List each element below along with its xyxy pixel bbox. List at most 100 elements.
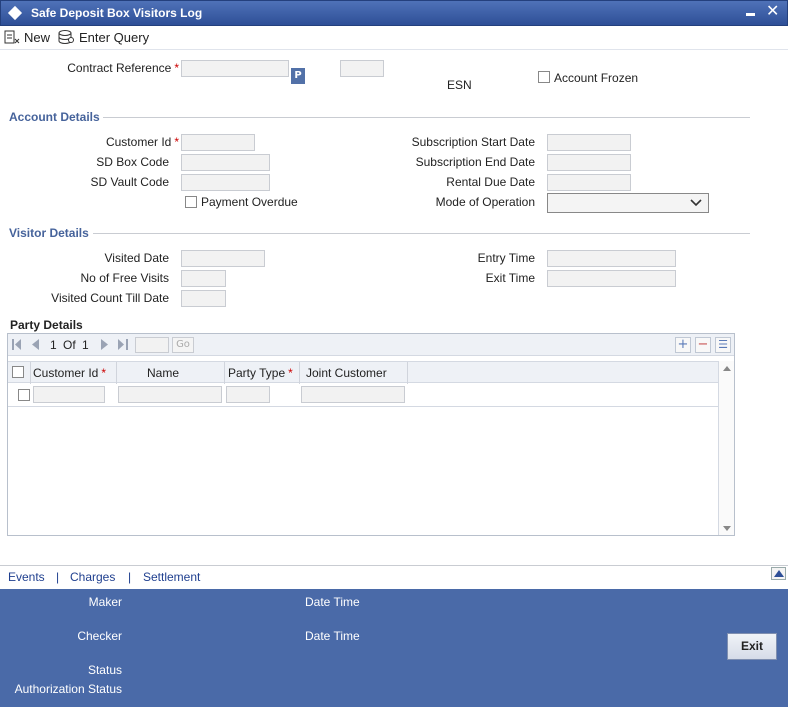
rental-due-input[interactable] [547,174,631,191]
checker-label: Checker [77,629,122,643]
pager-total-pages: 1 [82,338,89,352]
new-document-icon [4,30,20,44]
customer-id-label: Customer Id * [105,135,179,149]
app-diamond-icon [7,5,23,21]
rental-due-label: Rental Due Date [446,175,535,189]
visited-date-input[interactable] [181,250,265,267]
visitor-details-divider [93,233,750,234]
scroll-down-icon[interactable] [723,526,731,531]
events-link[interactable]: Events [8,570,45,584]
entry-time-label: Entry Time [477,251,535,265]
account-frozen-label: Account Frozen [554,71,639,85]
query-database-icon [58,30,74,44]
close-icon[interactable]: ✕ [766,3,779,19]
link-separator: | [56,570,60,584]
status-label: Status [87,663,122,677]
column-separator [30,362,31,384]
new-button[interactable]: New [4,29,50,45]
pager-of-label: Of [63,338,76,352]
go-button[interactable]: Go [172,337,194,353]
checker-date-time-label: Date Time [305,629,360,643]
enter-query-label: Enter Query [79,29,150,45]
link-separator: | [128,570,132,584]
account-frozen-checkbox[interactable] [538,71,550,83]
exit-time-label: Exit Time [485,271,535,285]
contract-reference-lov-button[interactable]: P [291,68,305,84]
audit-footer: Maker Date Time Checker Date Time Status… [0,589,788,707]
column-header-name[interactable]: Name [147,366,179,380]
visited-count-label: Visited Count Till Date [51,291,169,305]
esn-label: ESN [447,78,472,92]
maker-label: Maker [88,595,122,609]
mode-of-operation-select[interactable] [547,193,709,213]
page-number-input[interactable] [135,337,169,353]
customer-id-input[interactable] [181,134,255,151]
subsystem-link-bar: Events | Charges | Settlement [0,565,788,589]
visited-count-input[interactable] [181,290,226,307]
grid-pager: 1 Of 1 Go + − ☰ [8,334,734,356]
contract-reference-input[interactable] [181,60,289,77]
party-details-heading: Party Details [10,318,83,332]
chevron-up-icon [774,570,784,577]
row-joint-customer-input[interactable] [301,386,405,403]
row-customer-id-input[interactable] [33,386,105,403]
subscription-start-label: Subscription Start Date [411,135,535,149]
row-select-checkbox[interactable] [18,389,30,401]
column-separator [224,362,225,384]
window-title: Safe Deposit Box Visitors Log [31,6,203,20]
subscription-end-label: Subscription End Date [415,155,535,169]
visited-date-label: Visited Date [104,251,169,265]
column-header-party-type[interactable]: Party Type * [228,366,293,380]
free-visits-input[interactable] [181,270,226,287]
subscription-start-input[interactable] [547,134,631,151]
pager-current-page: 1 [50,338,57,352]
account-details-heading: Account Details [9,110,100,124]
free-visits-label: No of Free Visits [80,271,169,285]
window-titlebar: Safe Deposit Box Visitors Log ✕ [0,0,788,26]
row-name-input[interactable] [118,386,222,403]
exit-button[interactable]: Exit [727,633,777,660]
mode-of-operation-label: Mode of Operation [435,195,535,209]
select-all-checkbox[interactable] [12,366,24,378]
first-page-icon[interactable] [12,339,22,350]
column-separator [299,362,300,384]
next-page-icon[interactable] [101,339,108,350]
row-party-type-input[interactable] [226,386,270,403]
last-page-icon[interactable] [118,339,128,350]
collapse-footer-button[interactable] [771,567,786,580]
table-row [8,383,718,407]
toolbar: New Enter Query [0,26,788,50]
column-separator [116,362,117,384]
charges-link[interactable]: Charges [70,570,115,584]
visitor-details-heading: Visitor Details [9,226,89,240]
single-view-icon[interactable]: ☰ [715,337,731,353]
delete-row-icon[interactable]: − [695,337,711,353]
scroll-up-icon[interactable] [723,366,731,371]
payment-overdue-label: Payment Overdue [201,195,298,209]
maker-date-time-label: Date Time [305,595,360,609]
payment-overdue-checkbox[interactable] [185,196,197,208]
account-details-divider [103,117,750,118]
contract-reference-label: Contract Reference * [67,61,179,75]
sd-box-code-label: SD Box Code [96,155,169,169]
sd-box-code-input[interactable] [181,154,270,171]
settlement-link[interactable]: Settlement [143,570,200,584]
grid-vertical-scrollbar[interactable] [718,361,734,535]
sd-vault-code-label: SD Vault Code [90,175,170,189]
add-row-icon[interactable]: + [675,337,691,353]
previous-page-icon[interactable] [32,339,39,350]
authorization-status-label: Authorization Status [14,682,122,696]
entry-time-input[interactable] [547,250,676,267]
sd-vault-code-input[interactable] [181,174,270,191]
esn-input[interactable] [340,60,384,77]
chevron-down-icon [690,199,702,207]
exit-time-input[interactable] [547,270,676,287]
subscription-end-input[interactable] [547,154,631,171]
new-label: New [24,29,51,45]
column-header-joint-customer[interactable]: Joint Customer [306,366,387,380]
minimize-icon[interactable] [746,13,755,16]
enter-query-button[interactable]: Enter Query [58,29,149,45]
party-details-grid: 1 Of 1 Go + − ☰ Customer Id * Name Party … [7,333,735,536]
grid-header-row: Customer Id * Name Party Type * Joint Cust… [8,361,718,384]
column-header-customer-id[interactable]: Customer Id * [33,366,106,380]
